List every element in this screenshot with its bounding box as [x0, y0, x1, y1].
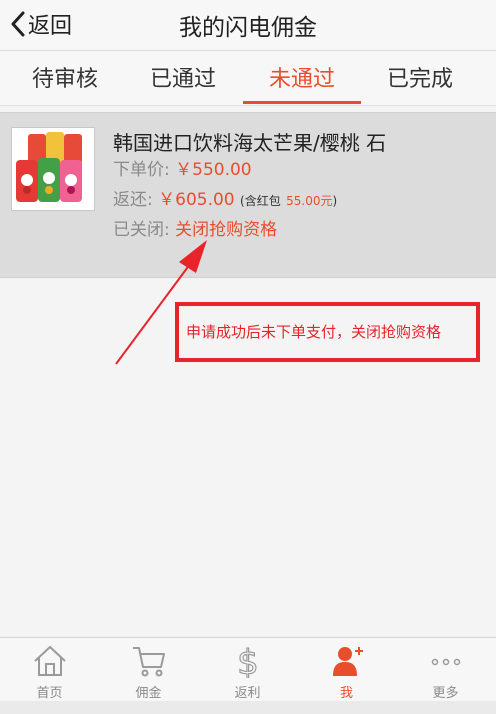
tabbar-home[interactable]: 首页 [0, 638, 99, 702]
user-icon [333, 647, 363, 676]
tabbar-home-label: 首页 [36, 686, 63, 701]
tabbar-me[interactable]: 我 [297, 638, 396, 702]
more-icon [431, 658, 461, 666]
tabbar-rebate[interactable]: $ 返利 [198, 638, 297, 702]
tabbar-more[interactable]: 更多 [396, 638, 495, 702]
tabbar-more-label: 更多 [432, 686, 459, 701]
dollar-icon: $ [237, 644, 260, 678]
home-icon [34, 645, 66, 676]
bottom-tab-bar: 首页 佣金 $ 返利 我 更多 [0, 637, 496, 702]
bottom-strip [0, 701, 496, 714]
tabbar-rebate-label: 返利 [234, 686, 261, 701]
tabbar-me-label: 我 [339, 686, 353, 701]
annotation-box: 申请成功后未下单支付，关闭抢购资格 [175, 302, 480, 362]
tabbar-commission[interactable]: 佣金 [99, 638, 198, 702]
tabbar-commission-label: 佣金 [135, 686, 162, 701]
cart-icon [133, 647, 165, 677]
svg-text:$: $ [237, 644, 259, 678]
